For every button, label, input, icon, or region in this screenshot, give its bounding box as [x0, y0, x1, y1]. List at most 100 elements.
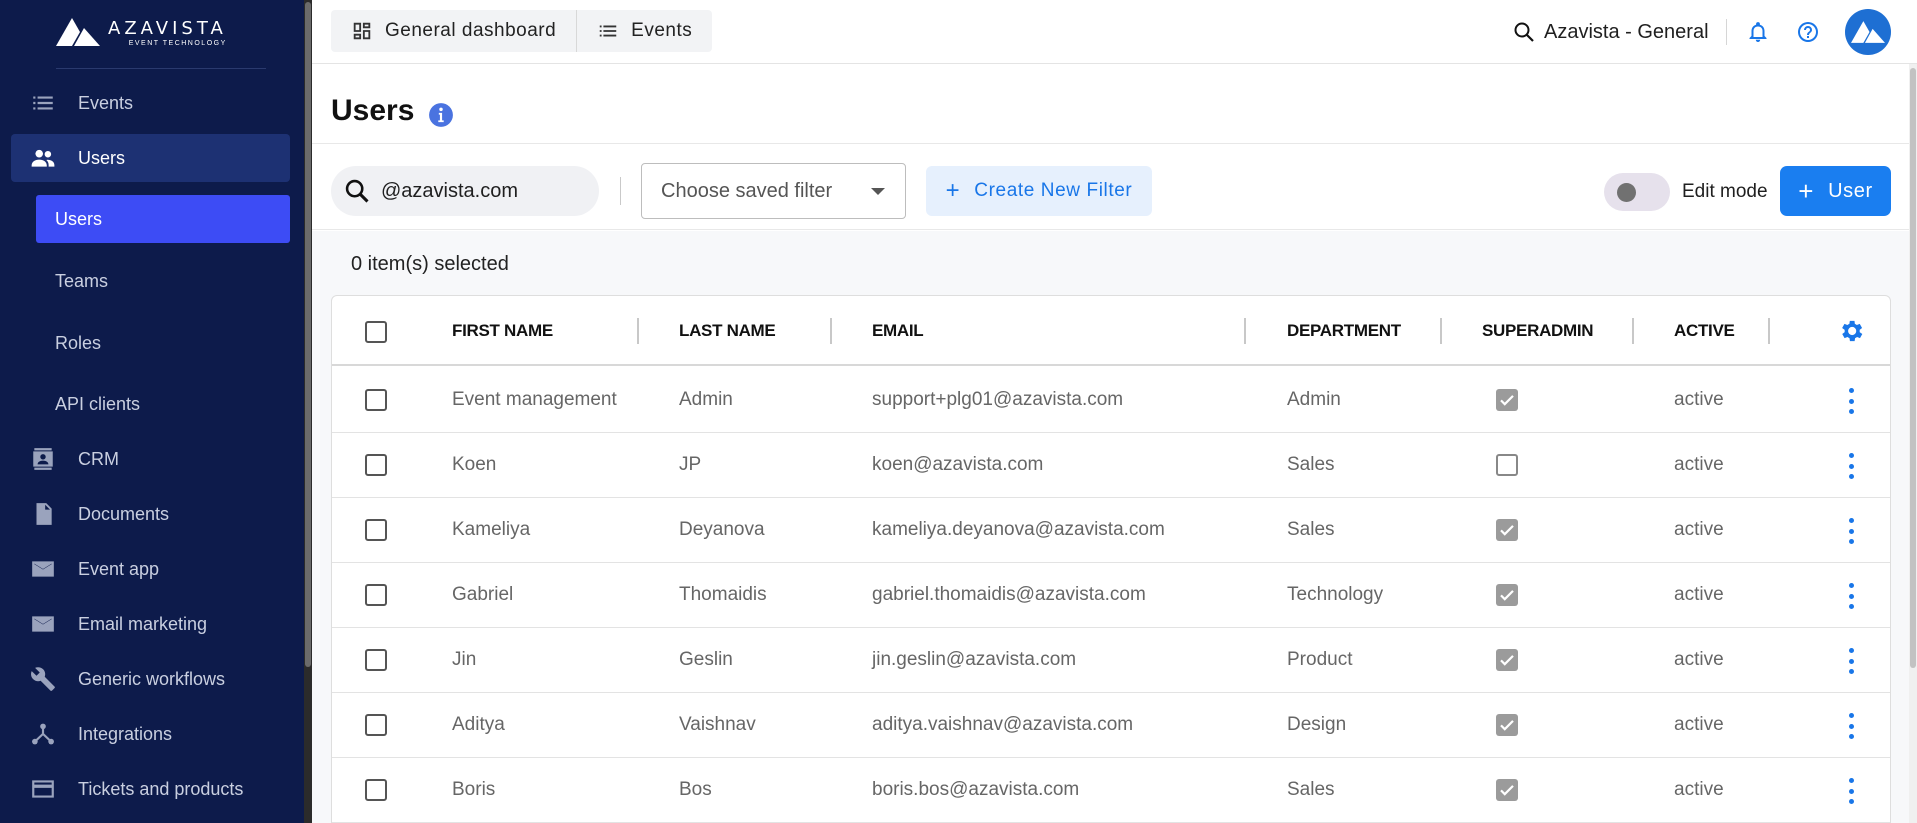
- sidebar-subitem-teams[interactable]: Teams: [36, 257, 290, 305]
- cell-last-name: Vaishnav: [679, 714, 756, 735]
- column-header-last-name[interactable]: LAST NAME: [679, 296, 776, 366]
- cell-active: active: [1674, 714, 1724, 735]
- sidebar-item-documents[interactable]: Documents: [11, 490, 290, 538]
- cell-active: active: [1674, 779, 1724, 800]
- wrench-icon: [29, 665, 57, 693]
- row-actions-menu-icon[interactable]: [1846, 778, 1856, 804]
- azavista-logo-icon: [1851, 21, 1885, 43]
- column-resizer[interactable]: [1632, 318, 1634, 344]
- help-button[interactable]: [1795, 19, 1821, 45]
- row-checkbox[interactable]: [365, 389, 387, 411]
- column-header-email[interactable]: EMAIL: [872, 296, 924, 366]
- superadmin-checked-icon: [1496, 779, 1518, 801]
- page-title: Users: [331, 94, 415, 127]
- row-actions-menu-icon[interactable]: [1846, 518, 1856, 544]
- table-row[interactable]: Jin Geslin jin.geslin@azavista.com Product a…: [332, 628, 1890, 693]
- plus-icon: +: [945, 177, 961, 204]
- column-resizer[interactable]: [830, 318, 832, 344]
- edit-mode-toggle[interactable]: Edit mode: [1604, 172, 1768, 212]
- row-checkbox[interactable]: [365, 714, 387, 736]
- gear-icon[interactable]: [1837, 317, 1865, 345]
- cell-department: Design: [1287, 714, 1347, 735]
- row-actions-menu-icon[interactable]: [1846, 713, 1856, 739]
- sidebar: AZAVISTA EVENT TECHNOLOGY Events Users U…: [0, 0, 304, 823]
- create-new-filter-button[interactable]: + Create New Filter: [926, 166, 1152, 216]
- sidebar-item-users[interactable]: Users: [11, 134, 290, 182]
- user-search[interactable]: [331, 166, 599, 216]
- column-resizer[interactable]: [637, 318, 639, 344]
- info-icon[interactable]: [428, 102, 454, 128]
- add-user-button[interactable]: + User: [1780, 166, 1891, 216]
- sidebar-item-label: Event app: [78, 558, 160, 579]
- row-checkbox[interactable]: [365, 454, 387, 476]
- search-input[interactable]: [381, 179, 581, 203]
- sidebar-item-label: CRM: [78, 448, 119, 469]
- sidebar-item-label: Documents: [78, 503, 170, 524]
- column-header-superadmin[interactable]: SUPERADMIN: [1482, 296, 1594, 366]
- scrollbar-thumb[interactable]: [1910, 68, 1916, 668]
- column-resizer[interactable]: [1440, 318, 1442, 344]
- row-checkbox[interactable]: [365, 779, 387, 801]
- people-icon: [29, 144, 57, 172]
- chevron-down-icon: [871, 188, 885, 195]
- saved-filter-select[interactable]: Choose saved filter: [641, 163, 906, 219]
- sidebar-subitem-roles[interactable]: Roles: [36, 319, 290, 367]
- row-checkbox[interactable]: [365, 519, 387, 541]
- toolbar: Choose saved filter + Create New Filter …: [312, 144, 1917, 230]
- edit-mode-switch[interactable]: [1604, 173, 1670, 211]
- sidebar-item-label: Users: [78, 147, 126, 168]
- add-user-label: User: [1828, 179, 1873, 202]
- table-row[interactable]: Event management Admin support+plg01@azavi…: [332, 368, 1890, 433]
- row-checkbox[interactable]: [365, 584, 387, 606]
- column-header-department[interactable]: DEPARTMENT: [1287, 296, 1401, 366]
- page-header: Users: [312, 64, 1917, 144]
- main-scrollbar[interactable]: [1909, 64, 1917, 823]
- table-row[interactable]: Koen JP koen@azavista.com Sales active: [332, 433, 1890, 498]
- cell-last-name: JP: [679, 454, 702, 475]
- tab-general-dashboard[interactable]: General dashboard: [331, 10, 576, 52]
- azavista-logo[interactable]: AZAVISTA EVENT TECHNOLOGY: [56, 14, 246, 50]
- table-row[interactable]: Aditya Vaishnav aditya.vaishnav@azavista.c…: [332, 693, 1890, 758]
- select-all-checkbox[interactable]: [365, 321, 387, 343]
- sidebar-item-event-app[interactable]: Event app: [11, 545, 290, 593]
- sidebar-item-events[interactable]: Events: [11, 79, 290, 127]
- sidebar-item-integrations[interactable]: Integrations: [11, 710, 290, 758]
- sidebar-subitem-api-clients[interactable]: API clients: [36, 380, 290, 428]
- row-actions-menu-icon[interactable]: [1846, 648, 1856, 674]
- top-bar: General dashboard Events Azavista - Gene…: [312, 0, 1917, 64]
- mail-icon: [29, 610, 57, 638]
- column-resizer[interactable]: [1244, 318, 1246, 344]
- table-row[interactable]: Gabriel Thomaidis gabriel.thomaidis@azavis…: [332, 563, 1890, 628]
- row-actions-menu-icon[interactable]: [1846, 388, 1856, 414]
- row-checkbox[interactable]: [365, 649, 387, 671]
- table-row[interactable]: Kameliya Deyanova kameliya.deyanova@azavis…: [332, 498, 1890, 563]
- mail-icon: [29, 555, 57, 583]
- sidebar-scrollbar[interactable]: [304, 0, 312, 823]
- column-header-active[interactable]: ACTIVE: [1674, 296, 1735, 366]
- tab-label: General dashboard: [385, 20, 557, 41]
- cell-first-name: Jin: [452, 649, 477, 670]
- cell-department: Admin: [1287, 389, 1341, 410]
- sidebar-subitem-users[interactable]: Users: [36, 195, 290, 243]
- bell-icon: [1749, 22, 1767, 42]
- cell-last-name: Bos: [679, 779, 712, 800]
- column-resizer[interactable]: [1768, 318, 1770, 344]
- table-row[interactable]: Boris Bos boris.bos@azavista.com Sales activ…: [332, 758, 1890, 823]
- sidebar-item-generic-workflows[interactable]: Generic workflows: [11, 655, 290, 703]
- sidebar-item-tickets[interactable]: Tickets and products: [11, 765, 290, 813]
- avatar[interactable]: [1845, 9, 1891, 55]
- row-actions-menu-icon[interactable]: [1846, 453, 1856, 479]
- sidebar-item-crm[interactable]: CRM: [11, 435, 290, 483]
- notifications-button[interactable]: [1745, 19, 1771, 45]
- tab-events[interactable]: Events: [576, 10, 712, 52]
- top-tabs: General dashboard Events: [331, 10, 713, 52]
- sidebar-item-email-marketing[interactable]: Email marketing: [11, 600, 290, 648]
- global-search[interactable]: Azavista - General: [1512, 20, 1712, 44]
- cell-first-name: Event management: [452, 389, 617, 410]
- row-actions-menu-icon[interactable]: [1846, 583, 1856, 609]
- column-header-first-name[interactable]: FIRST NAME: [452, 296, 553, 366]
- hub-icon: [29, 720, 57, 748]
- scrollbar-thumb[interactable]: [305, 2, 311, 667]
- superadmin-checked-icon: [1496, 389, 1518, 411]
- cell-last-name: Admin: [679, 389, 733, 410]
